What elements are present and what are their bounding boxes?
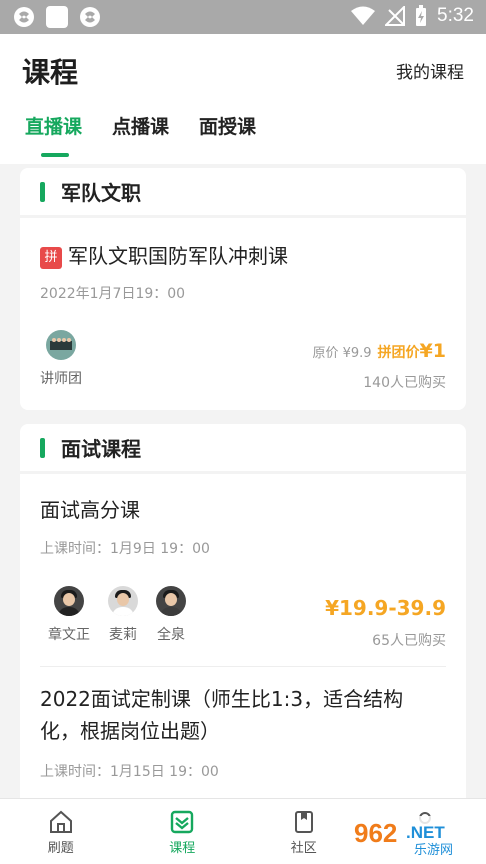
teacher[interactable]: 讲师团 [40, 330, 82, 388]
teacher-name: 麦莉 [109, 627, 137, 643]
teacher-avatar [108, 586, 138, 616]
teacher-avatar [156, 586, 186, 616]
course-title-line: 2022面试定制课（师生比1:3，适合结构 [40, 687, 404, 711]
page-header: 课程 我的课程 直播课 点播课 面授课 [0, 34, 486, 164]
price-box: 原价 ¥9.9 拼团价¥1 140人已购买 [312, 340, 446, 392]
teacher-avatar [54, 586, 84, 616]
teacher-list: 章文正 麦莉 全泉 [48, 586, 186, 644]
app-notification-icon [14, 7, 34, 27]
group-price-label: 拼团价 [377, 345, 420, 361]
teacher[interactable]: 麦莉 [108, 586, 138, 644]
teacher-avatar [46, 330, 76, 360]
group-buy-badge: 拼 [40, 247, 62, 269]
watermark-logo: 962 .NET 乐游网 [348, 816, 478, 858]
buyer-count: 140人已购买 [363, 375, 446, 391]
section-marker [40, 437, 45, 458]
course-title-line: 化，根据岗位出题） [40, 719, 220, 743]
section-interview: 面试课程 面试高分课 上课时间：1月9日 19：00 章文正 麦莉 全泉 ¥19… [20, 424, 466, 814]
svg-text:962: 962 [354, 818, 397, 848]
course-title: 面试高分课 [40, 498, 140, 522]
course-type-tabs: 直播课 点播课 面授课 [25, 112, 256, 157]
section-marker [40, 181, 45, 202]
nav-label: 社区 [290, 841, 317, 856]
course-title-row: 拼军队文职国防军队冲刺课 [40, 240, 288, 272]
teacher-list: 讲师团 [40, 330, 82, 388]
original-price: 原价 ¥9.9 [312, 346, 372, 361]
status-bar: 5:32 [0, 0, 486, 34]
course-title: 2022面试定制课（师生比1:3，适合结构 化，根据岗位出题） [40, 683, 450, 747]
svg-text:乐游网: 乐游网 [414, 843, 453, 858]
no-signal-icon [385, 6, 406, 26]
course-time: 上课时间：1月9日 19：00 [40, 541, 210, 557]
teacher[interactable]: 全泉 [156, 586, 186, 644]
app-notification-icon [80, 7, 100, 27]
course-card[interactable]: 面试高分课 上课时间：1月9日 19：00 章文正 麦莉 全泉 ¥19.9-39… [20, 474, 466, 666]
notification-square-icon [46, 6, 68, 28]
nav-label: 刷题 [47, 841, 74, 856]
price-range: ¥19.9-39.9 [325, 596, 446, 620]
buyer-count: 65人已购买 [372, 633, 446, 649]
price-box: ¥19.9-39.9 65人已购买 [325, 596, 446, 650]
nav-courses[interactable]: 课程 [122, 799, 244, 864]
course-time: 2022年1月7日19：00 [40, 286, 186, 302]
wifi-icon [351, 6, 376, 25]
tab-in-person[interactable]: 面授课 [199, 112, 256, 157]
battery-icon [416, 5, 427, 26]
svg-text:.NET: .NET [406, 823, 445, 842]
section-title: 面试课程 [61, 437, 141, 461]
teacher-name: 讲师团 [40, 371, 82, 387]
nav-community[interactable]: 社区 [243, 799, 365, 864]
nav-practice[interactable]: 刷题 [0, 799, 122, 864]
course-title: 军队文职国防军队冲刺课 [68, 244, 288, 268]
section-title: 军队文职 [61, 181, 141, 205]
group-price: ¥1 [419, 340, 446, 362]
course-card[interactable]: 拼军队文职国防军队冲刺课 2022年1月7日19：00 讲师团 原价 ¥9.9 拼… [20, 218, 466, 408]
page-title: 课程 [22, 56, 79, 89]
status-time: 5:32 [437, 5, 474, 26]
teacher-name: 章文正 [48, 627, 90, 643]
home-icon [49, 810, 72, 833]
course-card[interactable]: 2022面试定制课（师生比1:3，适合结构 化，根据岗位出题） 上课时间：1月1… [20, 667, 466, 807]
tab-live[interactable]: 直播课 [25, 112, 82, 157]
course-icon [171, 810, 194, 834]
course-time: 上课时间：1月15日 19：00 [40, 764, 219, 780]
tab-on-demand[interactable]: 点播课 [112, 112, 169, 157]
my-courses-link[interactable]: 我的课程 [396, 58, 464, 83]
section-military-civilian: 军队文职 拼军队文职国防军队冲刺课 2022年1月7日19：00 讲师团 原价 … [20, 168, 466, 410]
nav-label: 课程 [169, 841, 196, 856]
teacher-name: 全泉 [157, 627, 185, 643]
section-header: 面试课程 [20, 424, 466, 474]
section-header: 军队文职 [20, 168, 466, 218]
book-icon [294, 811, 313, 833]
teacher[interactable]: 章文正 [48, 586, 90, 644]
